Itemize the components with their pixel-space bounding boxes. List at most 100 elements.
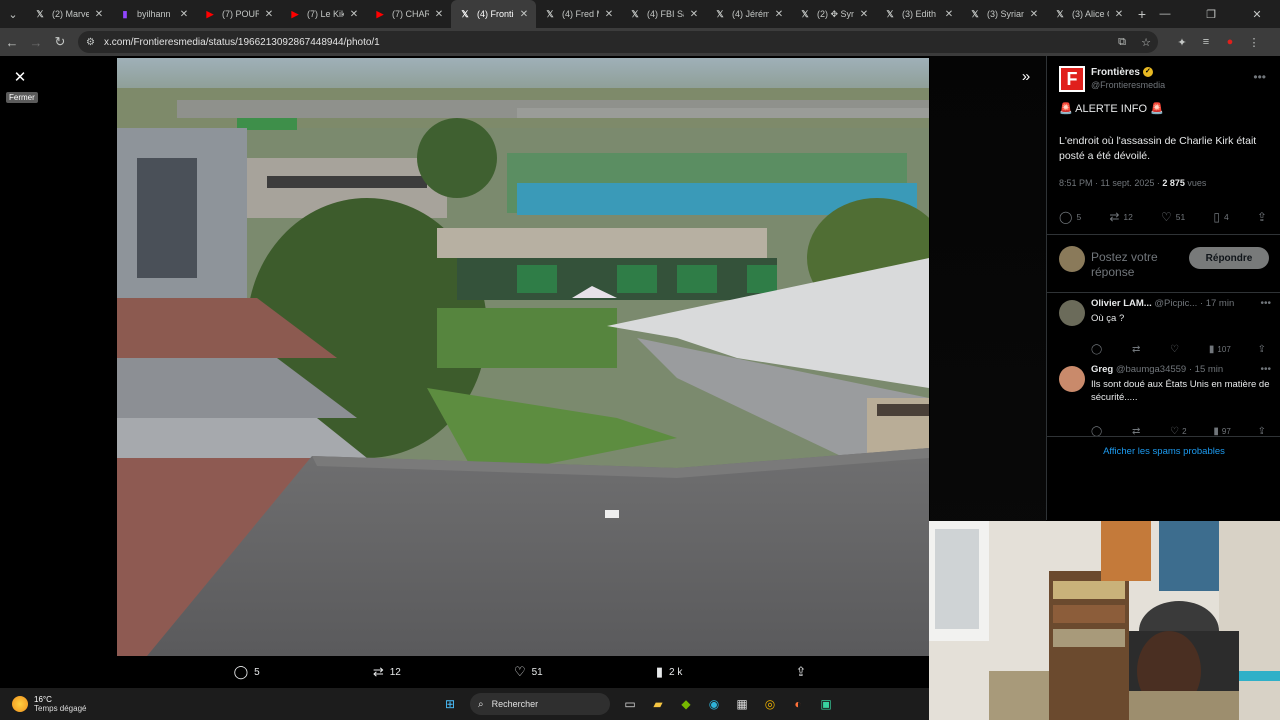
reply-input[interactable]: Postez votre réponse [1091, 250, 1179, 278]
reply-actions: ◯ ⇄ ♡ ▮ 107 ⇪ [1091, 342, 1269, 356]
tweet-photo[interactable] [117, 58, 929, 656]
tweet-reply-button[interactable]: ◯ 5 [1059, 210, 1081, 224]
file-explorer-icon[interactable]: ▰ [644, 692, 672, 716]
taskbar-search[interactable]: ⌕ Rechercher [470, 693, 610, 715]
tweet-like-button[interactable]: ♡ 51 [1161, 210, 1185, 224]
reply-like-button[interactable]: ♡ 2 [1170, 426, 1186, 437]
profile-icon[interactable]: ● [1218, 36, 1242, 49]
tweet-repost-button[interactable]: ⇄ 12 [1109, 210, 1133, 224]
nvidia-icon[interactable]: ◆ [672, 692, 700, 716]
browser-tab[interactable]: 𝕏 (4) Jérémy ✕ [706, 0, 791, 28]
reply-author-name[interactable]: Olivier LAM... [1091, 298, 1152, 309]
share-action[interactable]: ⇪ [796, 664, 813, 680]
reload-icon[interactable]: ↻ [48, 28, 72, 56]
browser-tab[interactable]: 𝕏 (4) Frontiè ✕ [451, 0, 536, 28]
address-bar[interactable]: ⚙ x.com/Frontieresmedia/status/196621309… [78, 31, 1158, 53]
reply-share-button[interactable]: ⇪ [1258, 426, 1269, 437]
tweet-panel: F Frontières ✓ @Frontieresmedia ••• 🚨 ALE… [1046, 56, 1280, 520]
extensions-icon[interactable]: ✦ [1170, 36, 1194, 49]
forward-icon[interactable]: → [24, 28, 48, 56]
tab-close-icon[interactable]: ✕ [93, 9, 105, 20]
reply-tweet[interactable]: Greg @baumga34559 · 15 min ••• Ils sont do… [1059, 364, 1273, 437]
tab-search-icon[interactable]: ⌄ [0, 0, 26, 28]
like-action[interactable]: ♡ 51 [514, 664, 543, 680]
reply-time[interactable]: · 15 min [1189, 364, 1223, 375]
reply-time[interactable]: · 17 min [1200, 298, 1234, 309]
browser-tab[interactable]: 𝕏 (3) Alice C ✕ [1046, 0, 1131, 28]
tweet-bookmark-button[interactable]: ▯ 4 [1213, 210, 1228, 224]
browser-tab[interactable]: ▶ (7) POURQ ✕ [196, 0, 281, 28]
more-options-icon[interactable]: ••• [1260, 364, 1271, 375]
tab-close-icon[interactable]: ✕ [858, 9, 870, 20]
author-name[interactable]: Frontières ✓ [1091, 67, 1153, 78]
back-icon[interactable]: ← [0, 28, 24, 56]
repost-action[interactable]: ⇄ 12 [373, 664, 401, 680]
tab-close-icon[interactable]: ✕ [603, 9, 615, 20]
maximize-icon[interactable]: ❐ [1188, 0, 1234, 28]
tab-close-icon[interactable]: ✕ [178, 9, 190, 20]
tab-close-icon[interactable]: ✕ [263, 9, 275, 20]
browser-tab[interactable]: 𝕏 (2) ✥ Syn ✕ [791, 0, 876, 28]
tab-close-icon[interactable]: ✕ [773, 9, 785, 20]
minimize-icon[interactable]: — [1142, 0, 1188, 28]
views-action[interactable]: ▮ 2 k [656, 664, 683, 680]
reply-repost-button[interactable]: ⇄ [1132, 426, 1143, 437]
task-view-icon[interactable]: ▭ [616, 692, 644, 716]
reply-button[interactable]: Répondre [1189, 247, 1269, 269]
browser-tab[interactable]: 𝕏 (2) Marvel ✕ [26, 0, 111, 28]
browser-tab[interactable]: ▶ (7) CHARL ✕ [366, 0, 451, 28]
tab-close-icon[interactable]: ✕ [348, 9, 360, 20]
browser-tab[interactable]: 𝕏 (4) FBI Salt ✕ [621, 0, 706, 28]
x-logo-icon: 𝕏 [971, 8, 979, 19]
show-spam-link[interactable]: Afficher les spams probables [1047, 446, 1280, 457]
tab-close-icon[interactable]: ✕ [688, 9, 700, 20]
browser-tab[interactable]: ▶ (7) Le Kiko ✕ [281, 0, 366, 28]
tab-title: (2) Marvel [52, 9, 89, 19]
close-viewer-button[interactable]: ✕ [9, 66, 31, 88]
reply-action[interactable]: ◯ 5 [234, 664, 260, 680]
reply-views-button[interactable]: ▮ 97 [1213, 426, 1230, 437]
browser-tab[interactable]: 𝕏 (3) Syrian ✕ [961, 0, 1046, 28]
reply-author-handle[interactable]: @Picpic... [1154, 298, 1197, 309]
author-handle[interactable]: @Frontieresmedia [1091, 80, 1165, 90]
edge-icon[interactable]: ◉ [700, 692, 728, 716]
tab-close-icon[interactable]: ✕ [943, 9, 955, 20]
reply-author-avatar[interactable] [1059, 300, 1085, 326]
reply-author-name[interactable]: Greg [1091, 364, 1113, 375]
reply-views-button[interactable]: ▮ 107 [1209, 344, 1231, 355]
more-options-icon[interactable]: ••• [1253, 70, 1266, 84]
tweet-share-button[interactable]: ⇪ [1257, 210, 1271, 224]
tab-close-icon[interactable]: ✕ [518, 9, 530, 20]
tweet-timestamp[interactable]: 8:51 PM · 11 sept. 2025 · [1059, 178, 1162, 188]
reading-list-icon[interactable]: ≡ [1194, 36, 1218, 49]
reply-repost-button[interactable]: ⇄ [1132, 344, 1143, 355]
reply-reply-button[interactable]: ◯ [1091, 344, 1105, 355]
reply-reply-button[interactable]: ◯ [1091, 426, 1105, 437]
reply-author-handle[interactable]: @baumga34559 [1116, 364, 1186, 375]
install-app-icon[interactable]: ⧉ [1110, 36, 1134, 49]
more-options-icon[interactable]: ••• [1260, 298, 1271, 309]
close-window-icon[interactable]: ✕ [1234, 0, 1280, 28]
tab-list: 𝕏 (2) Marvel ✕ ▮ byilhann ✕ ▶ (7) POURQ ✕ ▶ (7) Le… [26, 0, 1131, 28]
expand-sidebar-icon[interactable]: » [1016, 68, 1036, 88]
bookmark-star-icon[interactable]: ☆ [1134, 36, 1158, 49]
author-avatar[interactable]: F [1059, 66, 1085, 92]
store-icon[interactable]: ▦ [728, 692, 756, 716]
browser-menu-icon[interactable]: ⋮ [1242, 36, 1266, 49]
tab-close-icon[interactable]: ✕ [1028, 9, 1040, 20]
app-icon[interactable]: ▣ [812, 692, 840, 716]
reply-like-button[interactable]: ♡ [1170, 344, 1182, 355]
chrome-icon[interactable]: ◎ [756, 692, 784, 716]
windows-start-icon[interactable]: ⊞ [436, 692, 464, 716]
reply-author-avatar[interactable] [1059, 366, 1085, 392]
tab-close-icon[interactable]: ✕ [1113, 9, 1125, 20]
site-info-icon[interactable]: ⚙ [86, 37, 100, 48]
firefox-icon[interactable]: ◐ [784, 692, 812, 716]
tab-close-icon[interactable]: ✕ [433, 9, 445, 20]
browser-tab[interactable]: 𝕏 (4) Fred M ✕ [536, 0, 621, 28]
reply-share-button[interactable]: ⇪ [1258, 344, 1269, 355]
weather-widget[interactable]: 16°C Temps dégagé [12, 691, 86, 717]
browser-tab[interactable]: 𝕏 (3) Edith B ✕ [876, 0, 961, 28]
browser-tab[interactable]: ▮ byilhann ✕ [111, 0, 196, 28]
reply-tweet[interactable]: Olivier LAM... @Picpic... · 17 min ••• Où … [1059, 298, 1273, 362]
